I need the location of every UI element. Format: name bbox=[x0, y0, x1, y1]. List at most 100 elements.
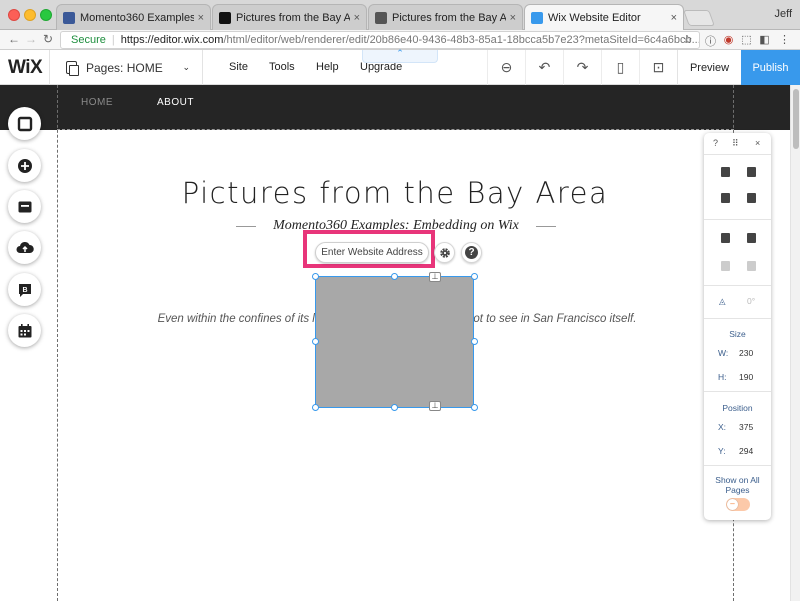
site-header[interactable]: HOME ABOUT bbox=[0, 85, 790, 130]
mobile-view-icon[interactable]: ▯ bbox=[601, 50, 639, 85]
extension-icon[interactable]: ◉ bbox=[722, 33, 735, 46]
close-tab-icon[interactable]: × bbox=[354, 12, 360, 24]
browser-profile-name[interactable]: Jeff bbox=[774, 8, 792, 20]
height-field[interactable]: 190 bbox=[739, 372, 753, 382]
editor-top-bar: WiX Pages: HOME ⌄ Site Tools Help Upgrad… bbox=[0, 49, 800, 85]
redo-icon[interactable]: ↷ bbox=[563, 50, 601, 85]
bookmark-star-icon[interactable]: ☆ bbox=[681, 33, 694, 46]
height-key: H: bbox=[718, 372, 727, 382]
blog-button[interactable]: B bbox=[8, 273, 41, 306]
show-on-all-pages-toggle[interactable]: – bbox=[726, 498, 750, 511]
align-icon[interactable] bbox=[721, 261, 730, 271]
x-field[interactable]: 375 bbox=[739, 422, 753, 432]
upload-button[interactable] bbox=[8, 231, 41, 264]
html-embed-element[interactable] bbox=[315, 276, 474, 408]
url-separator: | bbox=[111, 34, 115, 46]
resize-handle-top-right[interactable] bbox=[471, 273, 478, 280]
enter-website-address-button[interactable]: Enter Website Address bbox=[315, 242, 429, 263]
wix-logo[interactable]: WiX bbox=[8, 57, 43, 79]
browser-address-bar: ← → ↻ Secure | https://editor.wix.com /h… bbox=[0, 30, 800, 50]
duplicate-icon[interactable] bbox=[721, 193, 730, 203]
y-field[interactable]: 294 bbox=[739, 446, 753, 456]
extension-icon[interactable]: ⬚ bbox=[740, 33, 753, 46]
gear-icon bbox=[439, 247, 450, 258]
store-button[interactable] bbox=[8, 190, 41, 223]
browser-tab-wix-editor[interactable]: Wix Website Editor × bbox=[524, 4, 684, 31]
extension-icon[interactable]: ◧ bbox=[758, 33, 771, 46]
zoom-out-icon[interactable]: ⊖ bbox=[487, 50, 525, 85]
menu-site[interactable]: Site bbox=[229, 61, 248, 73]
undo-icon[interactable]: ↶ bbox=[525, 50, 563, 85]
distribute-icon[interactable] bbox=[747, 261, 756, 271]
panel-help-icon[interactable]: ? bbox=[713, 138, 718, 148]
bookings-button[interactable] bbox=[8, 314, 41, 347]
close-tab-icon[interactable]: × bbox=[198, 12, 204, 24]
width-field[interactable]: 230 bbox=[739, 348, 753, 358]
resize-handle-bottom-right[interactable] bbox=[471, 404, 478, 411]
close-tab-icon[interactable]: × bbox=[510, 12, 516, 24]
stretch-top-icon[interactable]: ⊥ bbox=[429, 272, 441, 282]
pages-dropdown[interactable]: Pages: HOME ⌄ bbox=[49, 50, 203, 85]
x-key: X: bbox=[718, 422, 727, 432]
chevron-down-icon: ⌄ bbox=[182, 62, 190, 72]
panel-close-icon[interactable]: × bbox=[755, 138, 760, 148]
collapse-bar-handle[interactable]: ⌃ bbox=[362, 49, 438, 63]
resize-handle-bottom[interactable] bbox=[391, 404, 398, 411]
publish-button[interactable]: Publish bbox=[741, 50, 800, 85]
browser-tab-bar: Momento360 Examples: Embe × Pictures fro… bbox=[0, 0, 800, 31]
page-guide-left bbox=[57, 85, 58, 601]
page-title[interactable]: Pictures from the Bay Area bbox=[60, 176, 730, 210]
close-tab-icon[interactable]: × bbox=[671, 12, 677, 24]
pages-icon bbox=[17, 116, 32, 131]
browser-menu-icon[interactable]: ⋮ bbox=[778, 33, 791, 46]
save-icon[interactable]: ⊡ bbox=[639, 50, 677, 85]
scrollbar-thumb[interactable] bbox=[793, 89, 799, 149]
settings-button[interactable] bbox=[434, 242, 455, 263]
stretch-bottom-icon[interactable]: ⊥ bbox=[429, 401, 441, 411]
url-field[interactable]: Secure | https://editor.wix.com /html/ed… bbox=[60, 31, 700, 49]
browser-tab-momento360[interactable]: Momento360 Examples: Embe × bbox=[56, 4, 211, 30]
copy-icon[interactable] bbox=[721, 167, 730, 177]
help-button[interactable]: ? bbox=[461, 242, 482, 263]
rotate-icon[interactable]: ◬ bbox=[719, 296, 726, 307]
maximize-window-button[interactable] bbox=[40, 9, 52, 21]
new-tab-button[interactable] bbox=[683, 10, 715, 26]
menu-tools[interactable]: Tools bbox=[269, 61, 295, 73]
panel-drag-icon[interactable]: ⠿ bbox=[732, 138, 739, 149]
site-nav-about[interactable]: ABOUT bbox=[157, 97, 194, 108]
body-text-right: lot to see in San Francisco itself. bbox=[470, 313, 637, 325]
resize-handle-top[interactable] bbox=[391, 273, 398, 280]
canvas-scrollbar[interactable] bbox=[790, 85, 800, 601]
rotation-value[interactable]: 0° bbox=[747, 296, 755, 306]
menu-help[interactable]: Help bbox=[316, 61, 339, 73]
resize-handle-top-left[interactable] bbox=[312, 273, 319, 280]
medium-favicon-icon bbox=[219, 11, 231, 24]
arrange-front-icon[interactable] bbox=[721, 233, 730, 243]
upload-icon bbox=[16, 241, 34, 253]
delete-icon[interactable] bbox=[747, 193, 756, 203]
position-label: Position bbox=[722, 403, 753, 413]
reload-icon[interactable]: ↻ bbox=[43, 32, 53, 46]
resize-handle-right[interactable] bbox=[471, 338, 478, 345]
preview-button[interactable]: Preview bbox=[677, 50, 741, 85]
resize-handle-left[interactable] bbox=[312, 338, 319, 345]
site-nav-home[interactable]: HOME bbox=[81, 97, 113, 108]
pages-menu-button[interactable] bbox=[8, 107, 41, 140]
browser-tab-medium[interactable]: Pictures from the Bay Area – M × bbox=[212, 4, 367, 30]
panel-divider bbox=[704, 285, 771, 286]
close-window-button[interactable] bbox=[8, 9, 20, 21]
paste-icon[interactable] bbox=[747, 167, 756, 177]
resize-handle-bottom-left[interactable] bbox=[312, 404, 319, 411]
arrange-back-icon[interactable] bbox=[747, 233, 756, 243]
add-icon bbox=[17, 158, 32, 173]
size-label: Size bbox=[729, 329, 746, 339]
panel-divider bbox=[704, 318, 771, 319]
back-arrow-icon[interactable]: ← bbox=[8, 32, 20, 46]
minimize-window-button[interactable] bbox=[24, 9, 36, 21]
browser-tab-bay-area[interactable]: Pictures from the Bay Area × bbox=[368, 4, 523, 30]
forward-arrow-icon[interactable]: → bbox=[25, 32, 37, 46]
add-button[interactable] bbox=[8, 149, 41, 182]
url-host: https://editor.wix.com bbox=[120, 34, 224, 46]
editor-canvas[interactable]: HOME ABOUT Pictures from the Bay Area Mo… bbox=[0, 85, 800, 601]
info-icon[interactable]: ⓘ bbox=[704, 33, 717, 49]
